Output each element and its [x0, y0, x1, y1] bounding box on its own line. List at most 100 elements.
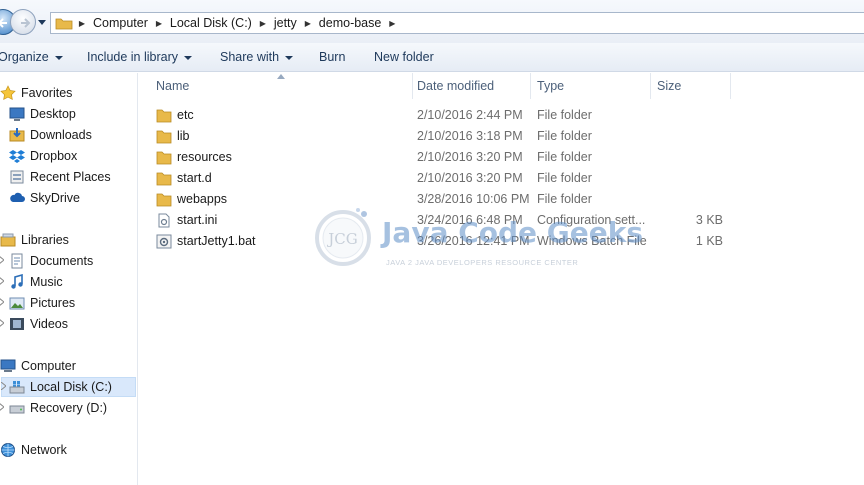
forward-arrow-icon: [21, 18, 31, 28]
nav-pictures[interactable]: Pictures: [9, 293, 75, 313]
breadcrumb-chevron-icon[interactable]: ▶: [256, 19, 270, 28]
nav-desktop-label: Desktop: [30, 107, 76, 121]
forward-button[interactable]: [10, 9, 36, 35]
organize-button[interactable]: Organize: [0, 50, 63, 64]
nav-videos[interactable]: Videos: [9, 314, 68, 334]
nav-network[interactable]: Network: [0, 440, 67, 460]
batch-file-icon: [156, 234, 172, 249]
nav-skydrive-label: SkyDrive: [30, 191, 81, 205]
file-name: start.ini: [177, 213, 218, 227]
breadcrumb-chevron-icon[interactable]: ▶: [301, 19, 315, 28]
nav-computer[interactable]: Computer: [0, 356, 76, 376]
nav-downloads-label: Downloads: [30, 128, 92, 142]
share-with-button[interactable]: Share with: [220, 50, 294, 64]
dropbox-icon: [9, 150, 25, 163]
nav-skydrive[interactable]: SkyDrive: [9, 188, 80, 208]
folder-icon: [156, 172, 172, 186]
file-name: lib: [177, 129, 190, 143]
nav-network-label: Network: [21, 443, 67, 457]
column-header-type[interactable]: Type: [531, 73, 651, 99]
file-name: webapps: [177, 192, 228, 206]
dropdown-arrow-icon: [285, 55, 294, 60]
column-header-size[interactable]: Size: [651, 73, 731, 99]
breadcrumb-chevron-icon[interactable]: ▶: [152, 19, 166, 28]
burn-label: Burn: [319, 50, 346, 64]
file-size: [657, 126, 723, 147]
breadcrumb-computer[interactable]: Computer: [89, 16, 152, 30]
navigation-pane: Favorites Desktop Downloads Dropbox Rece…: [0, 73, 137, 485]
nav-dropbox-label: Dropbox: [30, 149, 78, 163]
file-size: [657, 189, 723, 210]
file-type: File folder: [537, 108, 592, 122]
breadcrumb-local-disk[interactable]: Local Disk (C:): [166, 16, 256, 30]
file-date: 2/10/2016 3:20 PM: [417, 171, 523, 185]
new-folder-button[interactable]: New folder: [374, 50, 434, 64]
nav-dropbox[interactable]: Dropbox: [9, 146, 77, 166]
nav-libraries[interactable]: Libraries: [0, 230, 69, 250]
nav-favorites-label: Favorites: [21, 86, 73, 100]
music-note-icon: [11, 274, 23, 289]
nav-local-disk-c-label: Local Disk (C:): [30, 380, 112, 394]
breadcrumb-demo-base[interactable]: demo-base: [315, 16, 386, 30]
recent-pages-dropdown-icon[interactable]: [37, 17, 47, 27]
folder-icon: [156, 151, 172, 165]
folder-icon: [55, 18, 73, 30]
file-row[interactable]: start.d 2/10/2016 3:20 PM File folder: [150, 168, 740, 189]
breadcrumb-jetty[interactable]: jetty: [270, 16, 301, 30]
expand-arrow-icon[interactable]: [0, 298, 4, 306]
nav-favorites[interactable]: Favorites: [0, 83, 72, 103]
file-row[interactable]: lib 2/10/2016 3:18 PM File folder: [150, 126, 740, 147]
downloads-icon: [9, 128, 25, 142]
nav-videos-label: Videos: [30, 317, 68, 331]
nav-recent-places-label: Recent Places: [30, 170, 111, 184]
breadcrumb-chevron-icon[interactable]: ▶: [385, 19, 399, 28]
dropdown-arrow-icon: [54, 55, 63, 60]
command-toolbar: Organize Include in library Share with B…: [0, 43, 864, 72]
nav-downloads[interactable]: Downloads: [9, 125, 92, 145]
file-row[interactable]: etc 2/10/2016 2:44 PM File folder: [150, 105, 740, 126]
file-size: 1 KB: [695, 234, 723, 248]
nav-documents[interactable]: Documents: [9, 251, 93, 271]
address-bar-strip: ▶ Computer ▶ Local Disk (C:) ▶ jetty ▶ d…: [0, 0, 864, 43]
folder-icon: [156, 109, 172, 123]
nav-music[interactable]: Music: [9, 272, 63, 292]
file-name: etc: [177, 108, 194, 122]
expand-arrow-icon[interactable]: [0, 256, 4, 264]
nav-recent-places[interactable]: Recent Places: [9, 167, 111, 187]
file-row[interactable]: resources 2/10/2016 3:20 PM File folder: [150, 147, 740, 168]
breadcrumb-chevron-icon[interactable]: ▶: [75, 19, 89, 28]
pane-divider[interactable]: [137, 73, 138, 485]
file-size: 3 KB: [695, 213, 723, 227]
column-header-name[interactable]: Name: [150, 73, 413, 99]
file-type: File folder: [537, 129, 592, 143]
libraries-icon: [0, 233, 16, 247]
nav-pictures-label: Pictures: [30, 296, 76, 310]
dropdown-arrow-icon: [184, 55, 193, 60]
burn-button[interactable]: Burn: [319, 50, 345, 64]
nav-music-label: Music: [30, 275, 63, 289]
nav-local-disk-c[interactable]: Local Disk (C:): [1, 377, 136, 397]
file-date: 2/10/2016 3:20 PM: [417, 150, 523, 164]
file-date: 2/10/2016 2:44 PM: [417, 108, 523, 122]
computer-icon: [0, 359, 16, 372]
nav-computer-label: Computer: [21, 359, 76, 373]
expand-arrow-icon[interactable]: [0, 403, 4, 411]
nav-desktop[interactable]: Desktop: [9, 104, 76, 124]
java-code-geeks-watermark: JCG Java Code Geeks JAVA 2 JAVA DEVELOPE…: [310, 204, 643, 276]
cloud-icon: [10, 192, 25, 202]
column-header-row: Name Date modified Type Size: [138, 73, 864, 99]
file-size: [657, 147, 723, 168]
expand-arrow-icon[interactable]: [1, 382, 6, 390]
include-in-library-button[interactable]: Include in library: [87, 50, 193, 64]
include-in-library-label: Include in library: [87, 50, 179, 64]
film-strip-icon: [10, 318, 24, 330]
address-field[interactable]: ▶ Computer ▶ Local Disk (C:) ▶ jetty ▶ d…: [50, 12, 864, 34]
new-folder-label: New folder: [374, 50, 434, 64]
network-icon: [1, 443, 15, 457]
nav-recovery-d[interactable]: Recovery (D:): [9, 398, 107, 418]
expand-arrow-icon[interactable]: [0, 277, 4, 285]
column-header-date-modified[interactable]: Date modified: [411, 73, 531, 99]
expand-arrow-icon[interactable]: [0, 319, 4, 327]
config-file-icon: [158, 213, 170, 228]
pictures-icon: [9, 297, 25, 310]
